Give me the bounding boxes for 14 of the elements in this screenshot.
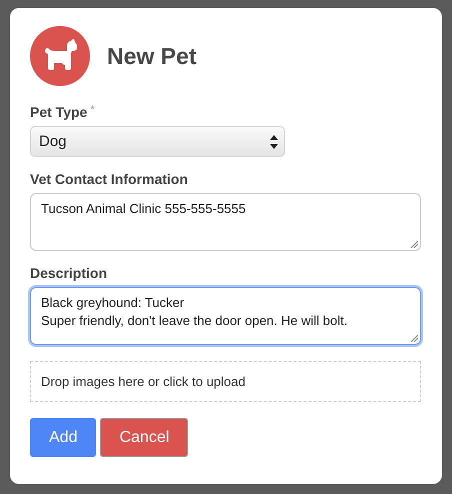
text-area[interactable]: Black greyhound: Tucker Super friendly, don't leave the door open. He will bolt.: [30, 287, 421, 345]
resize-grip-icon[interactable]: [410, 240, 418, 248]
field-label: Vet Contact Information: [30, 171, 188, 187]
field-label: Description: [30, 265, 108, 281]
select-arrows-icon: [270, 134, 278, 148]
upload-dropzone[interactable]: Drop images here or click to upload: [30, 361, 421, 402]
resize-grip-icon[interactable]: [410, 334, 418, 342]
pet-type-select[interactable]: Dog: [30, 126, 285, 157]
dog-icon: [30, 26, 90, 86]
dialog-title: New Pet: [107, 42, 196, 70]
field-label: Pet Type: [30, 104, 88, 120]
text-area[interactable]: Tucson Animal Clinic 555-555-5555: [30, 193, 421, 251]
cancel-button[interactable]: Cancel: [100, 418, 188, 457]
required-mark: *: [90, 104, 95, 116]
